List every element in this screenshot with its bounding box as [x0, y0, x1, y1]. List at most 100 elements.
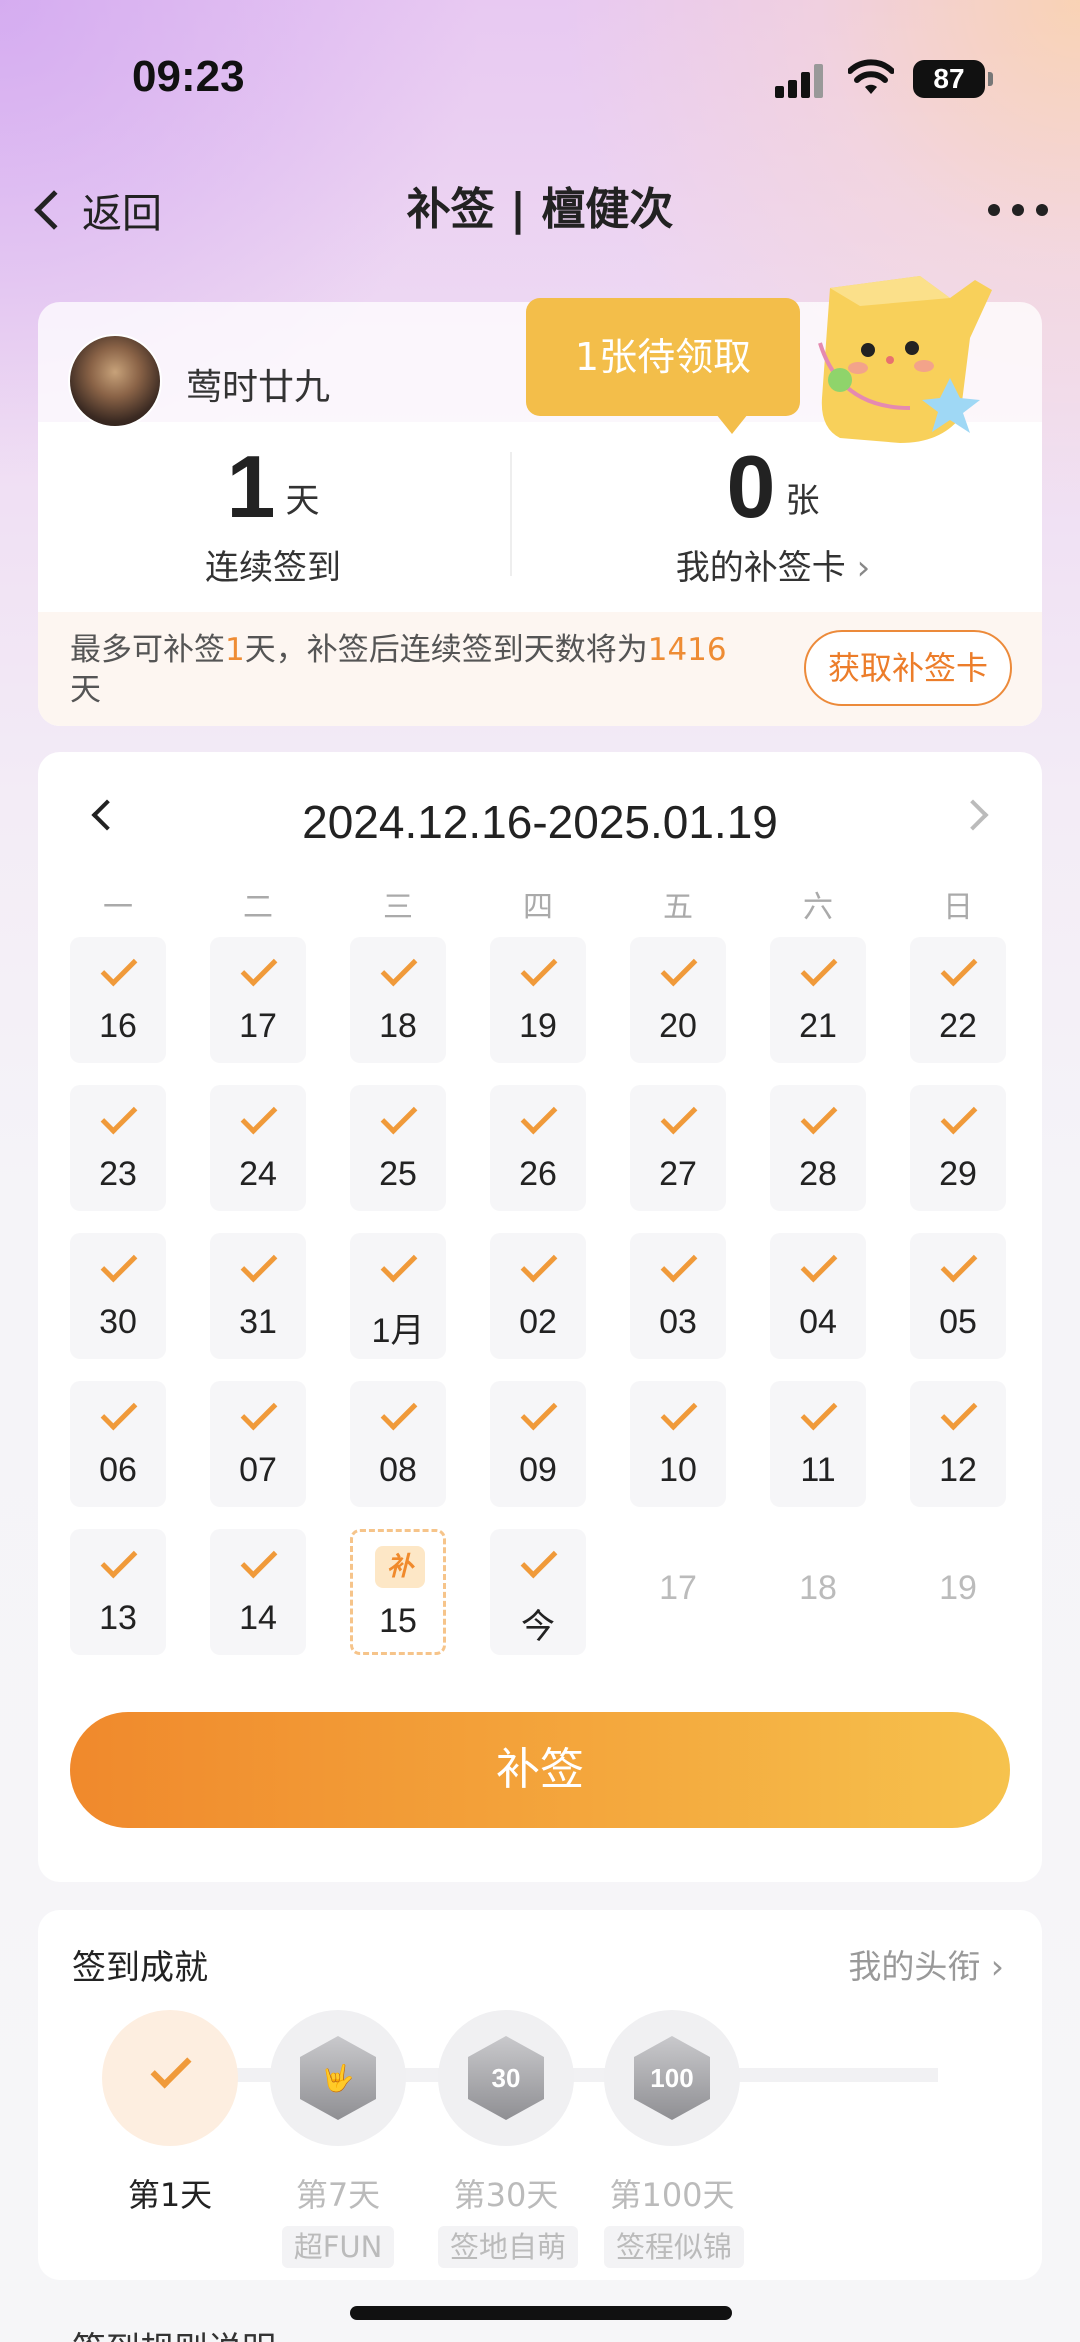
day-label: 22 — [939, 1007, 977, 1045]
badge-title-tag: 签程似锦 — [604, 2226, 745, 2268]
calendar-range: 2024.12.16-2025.01.19 — [302, 796, 778, 848]
calendar-day[interactable]: 20 — [630, 937, 726, 1063]
chevron-right-icon: › — [856, 548, 871, 588]
day-label: 17 — [659, 1569, 697, 1607]
check-icon — [100, 1245, 138, 1283]
day-label: 10 — [659, 1451, 697, 1489]
makeup-badge-icon: 补 — [375, 1546, 425, 1588]
calendar-day[interactable]: 11 — [770, 1381, 866, 1507]
calendar-day[interactable]: 1月 — [350, 1233, 446, 1359]
check-icon — [100, 949, 138, 987]
day-label: 19 — [519, 1007, 557, 1045]
calendar-day[interactable]: 26 — [490, 1085, 586, 1211]
calendar-day[interactable]: 10 — [630, 1381, 726, 1507]
check-icon — [380, 949, 418, 987]
calendar-day[interactable]: 04 — [770, 1233, 866, 1359]
achievement-badge[interactable]: 🤟 第7天 超FUN — [270, 2010, 406, 2268]
weekday-label: 一 — [103, 890, 133, 925]
check-icon — [800, 1245, 838, 1283]
day-label: 25 — [379, 1155, 417, 1193]
day-label: 15 — [379, 1602, 417, 1640]
check-icon — [660, 1097, 698, 1135]
day-label: 08 — [379, 1451, 417, 1489]
day-label: 19 — [939, 1569, 977, 1607]
achievement-badge[interactable]: 30 第30天 签地自萌 — [438, 2010, 579, 2268]
day-label: 09 — [519, 1451, 557, 1489]
check-icon — [660, 1393, 698, 1431]
status-time: 09:23 — [132, 52, 245, 101]
calendar-day[interactable]: 29 — [910, 1085, 1006, 1211]
calendar-day[interactable]: 24 — [210, 1085, 306, 1211]
dot-icon — [1036, 204, 1048, 216]
wifi-icon — [848, 59, 894, 94]
calendar-day[interactable]: 25 — [350, 1085, 446, 1211]
calendar-day[interactable]: 12 — [910, 1381, 1006, 1507]
weekday-header: 一二三四五六日 — [70, 882, 1010, 926]
check-icon — [240, 1097, 278, 1135]
get-makeup-card-button[interactable]: 获取补签卡 — [804, 630, 1012, 706]
check-icon — [520, 1393, 558, 1431]
check-icon — [660, 949, 698, 987]
day-label: 23 — [99, 1155, 137, 1193]
calendar-day[interactable]: 09 — [490, 1381, 586, 1507]
calendar-day[interactable]: 21 — [770, 937, 866, 1063]
calendar-day[interactable]: 08 — [350, 1381, 446, 1507]
calendar-day[interactable]: 19 — [490, 937, 586, 1063]
calendar-day[interactable]: 03 — [630, 1233, 726, 1359]
achievement-badge[interactable]: 100 第100天 签程似锦 — [604, 2010, 745, 2268]
calendar-day[interactable]: 07 — [210, 1381, 306, 1507]
achievement-badge[interactable]: 第1天 — [102, 2010, 238, 2216]
calendar-day[interactable]: 18 — [350, 937, 446, 1063]
calendar-day[interactable]: 今 — [490, 1529, 586, 1655]
weekday-label: 日 — [943, 890, 973, 925]
calendar-day[interactable]: 02 — [490, 1233, 586, 1359]
makeup-sign-button[interactable]: 补签 — [70, 1712, 1010, 1828]
calendar-day[interactable]: 31 — [210, 1233, 306, 1359]
calendar-day[interactable]: 28 — [770, 1085, 866, 1211]
day-label: 04 — [799, 1303, 837, 1341]
check-icon — [800, 1097, 838, 1135]
calendar-day[interactable]: 16 — [70, 937, 166, 1063]
more-options-button[interactable] — [988, 204, 1048, 216]
day-label: 06 — [99, 1451, 137, 1489]
cards-label: 我的补签卡 › — [675, 548, 871, 588]
nav-bar: 返回 补签 | 檀健次 — [0, 170, 1080, 250]
calendar-day[interactable]: 30 — [70, 1233, 166, 1359]
day-label: 14 — [239, 1599, 277, 1637]
mascot-icon — [818, 276, 992, 443]
makeup-tip-text: 最多可补签1天，补签后连续签到天数将为1416 天 — [70, 632, 727, 708]
streak-value: 1 — [226, 437, 276, 536]
calendar-day[interactable]: 22 — [910, 937, 1006, 1063]
day-label: 24 — [239, 1155, 277, 1193]
weekday-label: 三 — [383, 890, 413, 925]
day-label: 21 — [799, 1007, 837, 1045]
calendar-day[interactable]: 27 — [630, 1085, 726, 1211]
status-bar: 09:23 87 — [0, 0, 1080, 150]
day-label: 13 — [99, 1599, 137, 1637]
day-label: 16 — [99, 1007, 137, 1045]
streak-label: 连续签到 — [205, 548, 341, 588]
calendar-day[interactable]: 13 — [70, 1529, 166, 1655]
battery-icon: 87 — [913, 60, 993, 98]
check-icon — [520, 1097, 558, 1135]
calendar-day-makeup[interactable]: 补 15 — [350, 1529, 446, 1655]
day-label: 20 — [659, 1007, 697, 1045]
badge-title-tag: 超FUN — [281, 2226, 395, 2268]
home-indicator[interactable] — [350, 2306, 732, 2320]
calendar-day[interactable]: 05 — [910, 1233, 1006, 1359]
avatar[interactable] — [68, 334, 162, 428]
stat-divider — [510, 452, 512, 576]
streak-unit: 天 — [285, 481, 320, 521]
calendar-day[interactable]: 23 — [70, 1085, 166, 1211]
check-icon — [240, 1245, 278, 1283]
calendar-day[interactable]: 06 — [70, 1381, 166, 1507]
calendar-day[interactable]: 17 — [210, 937, 306, 1063]
weekday-label: 二 — [243, 890, 273, 925]
my-titles-link[interactable]: 我的头衔 › — [848, 1940, 1004, 1988]
check-icon — [380, 1393, 418, 1431]
day-label: 02 — [519, 1303, 557, 1341]
30-days-badge-icon: 30 — [468, 2036, 544, 2120]
username: 莺时廿九 — [186, 367, 331, 408]
calendar-day[interactable]: 14 — [210, 1529, 306, 1655]
pending-cards-bubble[interactable]: 1张待领取 — [526, 298, 800, 434]
